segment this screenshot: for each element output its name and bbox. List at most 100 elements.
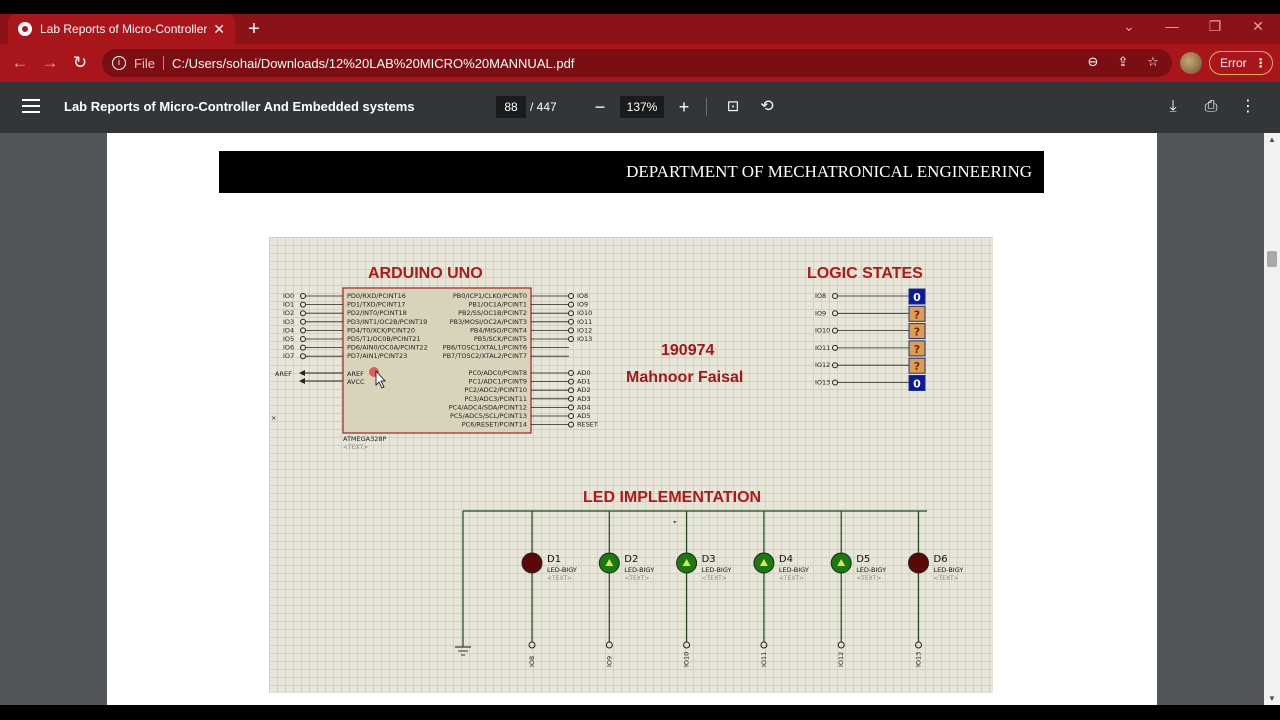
logic-pin-label: IO10 (815, 327, 830, 335)
led-terminal (528, 641, 536, 649)
left-pin-label: IO1 (283, 301, 294, 309)
left-pin-func: PD5/T1/OC0B/PCINT21 (347, 335, 420, 343)
pin-terminal (300, 344, 306, 351)
proteus-schematic: ARDUINO UNO LOGIC STATES 190974 Mahnoor … (269, 237, 993, 693)
right-pin-func: PB2/SS/OC1B/PCINT2 (458, 309, 527, 317)
right-pin-label: IO8 (577, 292, 588, 300)
pin-terminal (568, 327, 574, 334)
led-name: D2 (624, 554, 638, 565)
window-top-strip (0, 0, 1280, 14)
fit-page-icon[interactable]: ⊡ (721, 95, 745, 119)
left-pin-label: IO4 (283, 326, 294, 334)
close-window-icon[interactable]: ✕ (1248, 18, 1268, 35)
address-bar: ← → ↻ i File C:/Users/sohai/Downloads/12… (0, 44, 1280, 82)
pin-terminal (300, 301, 306, 308)
pdf-page: DEPARTMENT OF MECHATRONICAL ENGINEERING … (107, 133, 1157, 705)
pin-terminal (568, 395, 574, 402)
led-terminal (915, 641, 922, 649)
info-icon[interactable]: i (112, 56, 126, 70)
pin-terminal (300, 327, 306, 334)
logic-state-value: 0 (913, 291, 921, 304)
chip-name: ATMEGA328P (343, 435, 387, 443)
led-terminal (760, 641, 768, 649)
print-icon[interactable]: ⎙ (1199, 95, 1223, 119)
page-number-input[interactable]: 88 (496, 96, 526, 118)
led-implementation-title: LED IMPLEMENTATION (583, 489, 761, 506)
analog-pins: PC0/ADC0/PCINT8 AD0 PC1/ADC1/PCINT9 AD1 PC2/… (449, 369, 598, 429)
rotate-icon[interactable]: ⟲ (755, 95, 779, 119)
profile-avatar[interactable] (1180, 52, 1202, 74)
scroll-up-icon[interactable]: ▲ (1264, 135, 1280, 144)
analog-pin-func: PC6/RESET/PCINT14 (462, 421, 527, 429)
department-header: DEPARTMENT OF MECHATRONICAL ENGINEERING (219, 151, 1044, 193)
browser-tab[interactable]: Lab Reports of Micro-Controller ✕ (8, 14, 235, 44)
led-type: LED-BIGY (624, 566, 654, 574)
led-type: LED-BIGY (779, 566, 809, 574)
chip-text: <TEXT> (343, 444, 368, 451)
more-options-icon[interactable]: ⋮ (1236, 95, 1260, 119)
tab-close-icon[interactable]: ✕ (213, 21, 225, 38)
document-title: Lab Reports of Micro-Controller And Embe… (64, 99, 415, 114)
pdf-viewer[interactable]: DEPARTMENT OF MECHATRONICAL ENGINEERING … (0, 133, 1264, 705)
student-name: Mahnoor Faisal (626, 369, 743, 386)
led-pin-label: IO12 (837, 652, 845, 667)
bookmark-star-icon[interactable]: ☆ (1144, 54, 1162, 70)
url-text: C:/Users/sohai/Downloads/12%20LAB%20MICR… (171, 55, 575, 71)
share-icon[interactable]: ⇪ (1114, 54, 1132, 70)
right-pin-func: PB7/TOSC2/XTAL2/PCINT7 (443, 352, 527, 360)
left-pin-func: PD2/INT0/PCINT18 (347, 309, 407, 317)
forward-icon[interactable]: → (40, 53, 60, 73)
back-icon[interactable]: ← (10, 53, 30, 73)
led-pin-label: IO10 (683, 652, 691, 667)
error-label: Error (1220, 56, 1247, 70)
right-pin-label: IO10 (577, 309, 592, 317)
logic-states-title: LOGIC STATES (807, 265, 923, 282)
error-button[interactable]: Error ⋮ (1209, 51, 1273, 75)
pin-terminal (568, 318, 574, 325)
right-pin-label: IO13 (577, 335, 592, 343)
pdf-toolbar: Lab Reports of Micro-Controller And Embe… (0, 82, 1280, 133)
pin-terminal (300, 318, 306, 325)
aref-external-label: AREF (275, 370, 292, 378)
led-text: <TEXT> (702, 575, 727, 582)
led-text: <TEXT> (779, 575, 804, 582)
marker-x-icon: × (271, 414, 276, 422)
new-tab-button[interactable]: + (244, 18, 264, 41)
led-terminal (837, 641, 845, 649)
analog-pin-label: AD1 (577, 378, 591, 386)
logic-terminal (832, 310, 838, 317)
pin-terminal (568, 378, 574, 385)
right-pin-func: PB0/ICP1/CLKO/PCINT0 (453, 292, 527, 300)
right-pin-func: PB1/OC1A/PCINT1 (469, 301, 527, 309)
zoom-in-icon[interactable]: + (672, 95, 696, 119)
vertical-scrollbar[interactable]: ▲ ▼ (1264, 133, 1280, 705)
led-pin-label: IO9 (605, 656, 613, 667)
url-field[interactable]: i File C:/Users/sohai/Downloads/12%20LAB… (102, 49, 1172, 77)
scroll-thumb[interactable] (1267, 251, 1277, 267)
url-scheme: File (134, 55, 155, 71)
menu-icon[interactable] (22, 99, 40, 113)
tab-title: Lab Reports of Micro-Controller (40, 22, 208, 36)
led-type: LED-BIGY (934, 566, 964, 574)
logic-pin-label: IO13 (815, 379, 830, 387)
aref-label: AREF (347, 370, 364, 378)
zoom-input[interactable]: 137% (620, 96, 664, 118)
led-name: D6 (934, 554, 948, 565)
led-text: <TEXT> (547, 575, 572, 582)
more-menu-icon: ⋮ (1254, 56, 1267, 70)
analog-pin-func: PC1/ADC1/PCINT9 (469, 378, 527, 386)
analog-pin-func: PC3/ADC3/PCINT11 (464, 395, 527, 403)
zoom-icon[interactable]: ⊖ (1084, 54, 1102, 70)
led-name: D3 (702, 554, 716, 565)
reload-icon[interactable]: ↻ (70, 53, 90, 73)
tab-search-icon[interactable]: ⌄ (1119, 18, 1139, 35)
minimize-icon[interactable]: — (1162, 18, 1182, 34)
zoom-out-icon[interactable]: − (588, 95, 612, 119)
logic-state-value: 0 (913, 378, 921, 391)
left-pin-label: IO6 (283, 344, 294, 352)
pin-terminal (568, 336, 574, 342)
pin-terminal (568, 421, 574, 428)
scroll-down-icon[interactable]: ▼ (1264, 694, 1280, 703)
restore-icon[interactable]: ❐ (1205, 18, 1225, 35)
download-icon[interactable]: ⤓ (1161, 95, 1185, 119)
